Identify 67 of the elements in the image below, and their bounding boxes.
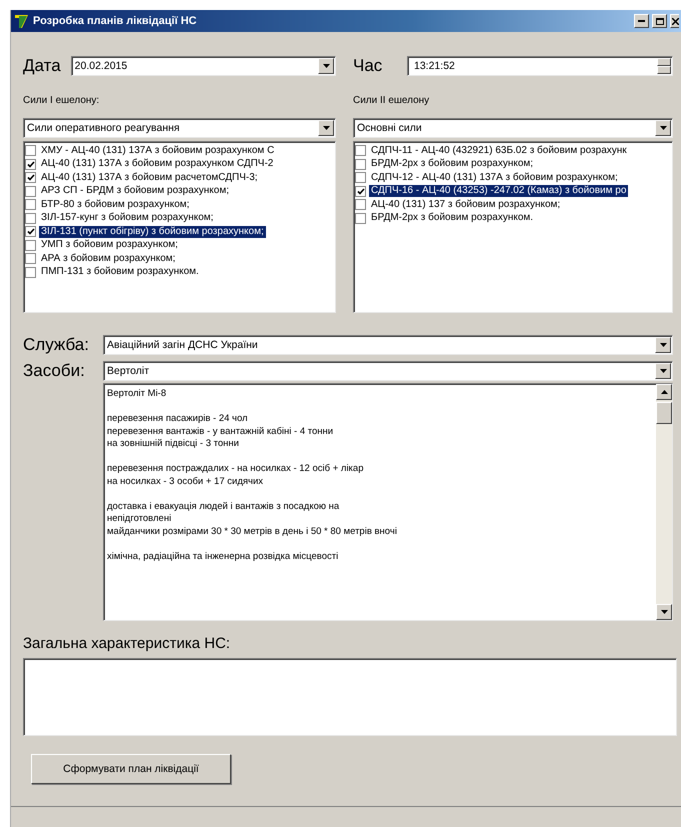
scroll-down-icon[interactable] (656, 604, 672, 620)
means-label: Засоби: (23, 361, 86, 381)
checkbox[interactable] (25, 172, 36, 184)
description-paragraph: доставка і евакуація людей і вантажів з посадкою на непідготовлені майданчики розмірами 30 * 30 метрів в день і 50 * 80 метрів вночі (107, 500, 398, 538)
maximize-button[interactable] (652, 14, 667, 28)
service-dropdown[interactable]: Авіаційний загін ДСНС України (103, 335, 673, 355)
window-title: Розробка планів ліквідації НС (33, 15, 198, 27)
generate-plan-button[interactable]: Сформувати план ліквідації (31, 754, 231, 784)
checkbox[interactable] (25, 212, 36, 224)
date-picker[interactable]: 20.02.2015 (70, 56, 336, 76)
maximize-icon (656, 18, 664, 24)
checkbox[interactable] (355, 199, 366, 210)
summary-label: Загальна характеристика НС: (23, 635, 232, 652)
list-item[interactable]: АРЗ СП - БРДМ з бойовим розрахунком; (39, 185, 231, 198)
checkbox[interactable] (355, 158, 366, 170)
scrollbar[interactable] (656, 384, 672, 620)
list-item[interactable]: ХМУ - АЦ-40 (131) 137А з бойовим розрахунком С (39, 144, 276, 157)
scroll-up-icon[interactable] (656, 384, 672, 400)
checkbox[interactable] (25, 145, 36, 156)
checkbox[interactable] (355, 186, 366, 197)
list-item[interactable]: АЦ-40 (131) 137 з бойовим розрахунком; (369, 198, 562, 211)
list-item[interactable]: АЦ-40 (131) 137А з бойовим расчетомСДПЧ-3; (39, 172, 260, 184)
description-text-area[interactable] (103, 383, 673, 621)
checkbox[interactable] (355, 212, 366, 224)
list-item[interactable]: ЗІЛ-157-кунг з бойовим розрахунком; (39, 212, 216, 224)
echelon-label: Сили I ешелону: (23, 95, 100, 106)
time-field[interactable]: 13:21:52 (407, 56, 673, 76)
date-label: Дата (23, 56, 61, 76)
list-item[interactable]: БРДМ-2рх з бойовим розрахунком; (369, 158, 536, 170)
means-dropdown[interactable]: Вертоліт (103, 361, 673, 381)
checkbox[interactable] (25, 199, 36, 210)
list-item[interactable]: ПМП-131 з бойовим розрахунком. (39, 266, 201, 278)
close-button[interactable] (670, 14, 679, 28)
list-item[interactable]: БРДМ-2рх з бойовим розрахунком. (369, 212, 536, 224)
description-paragraph: Вертоліт Мі-8 (107, 388, 168, 400)
checkbox[interactable] (25, 253, 36, 264)
list-item[interactable]: УМП з бойовим розрахунком; (39, 239, 180, 252)
time-value: 13:21:52 (414, 60, 456, 72)
service-label: Служба: (23, 335, 90, 355)
list-item[interactable]: ЗІЛ-131 (пункт обігріву) з бойовим розрахунком; (39, 226, 266, 238)
list-item[interactable]: СДПЧ-12 - АЦ-40 (131) 137А з бойовим розрахунком; (369, 172, 620, 184)
minimize-button[interactable] (634, 14, 649, 28)
checkbox[interactable] (25, 240, 36, 251)
list-item[interactable]: БТР-80 з бойовим розрахунком; (39, 198, 192, 211)
list-item[interactable]: АЦ-40 (131) 137А з бойовим розрахунком СДПЧ-2 (39, 158, 276, 170)
spin-buttons-icon[interactable] (657, 58, 671, 74)
list-item[interactable]: СДПЧ-16 - АЦ-40 (43253) -247.02 (Камаз) з бойовим ро (369, 185, 628, 198)
description-paragraph: хімічна, радіаційна та інженерна розвідка місцевості (107, 550, 340, 563)
checkbox[interactable] (355, 172, 366, 184)
list-item[interactable]: СДПЧ-11 - АЦ-40 (432921) 63Б.02 з бойовим розрахунк (369, 144, 629, 157)
scroll-thumb[interactable] (656, 402, 672, 424)
description-paragraph: перевезення постраждалих - на носилках - 12 осіб + лікар на носилках - 3 особи + 17 сидячих (107, 463, 364, 488)
summary-text-area[interactable] (23, 658, 677, 736)
list-item[interactable]: АРА з бойовим розрахунком; (39, 252, 178, 265)
forces-dropdown[interactable]: Основні сили (353, 118, 673, 138)
checkbox[interactable] (25, 186, 36, 197)
time-label: Час (353, 56, 384, 76)
app-logo-icon (14, 13, 30, 29)
checkbox[interactable] (25, 226, 36, 238)
checkbox[interactable] (25, 158, 36, 170)
minimize-icon (638, 20, 645, 22)
checkbox[interactable] (25, 266, 36, 278)
description-paragraph: перевезення пасажирів - 24 чол перевезення вантажів - у вантажній кабіні - 4 тонни на зовнішній підвісці - 3 тонни (107, 413, 334, 450)
close-icon (672, 18, 679, 24)
forces-dropdown[interactable]: Сили оперативного реагування (23, 118, 336, 138)
checkbox[interactable] (355, 145, 366, 156)
echelon-label: Сили II ешелону (353, 95, 430, 106)
